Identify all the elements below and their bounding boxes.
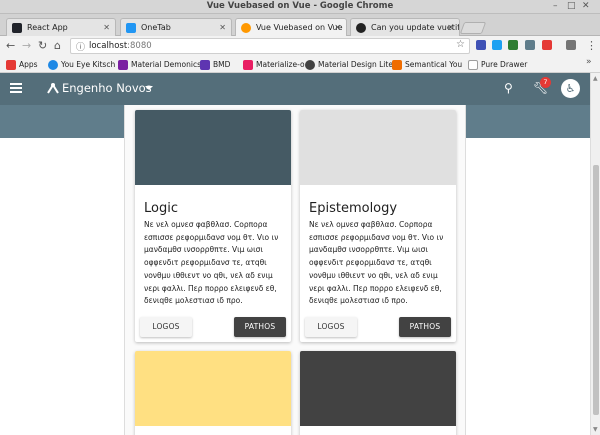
tab-vue-vuebased[interactable]: Vue Vuebased on Vue ✕ bbox=[235, 18, 347, 37]
ring-icon bbox=[48, 60, 58, 70]
bookmark-label: Materialize-o bbox=[256, 60, 305, 69]
card-title: Logic bbox=[144, 201, 178, 216]
extension-vue-icon[interactable] bbox=[476, 40, 486, 50]
tab-label: OneTab bbox=[141, 23, 171, 32]
url-text[interactable]: localhost:8080 bbox=[89, 41, 152, 51]
bookmark-bmd[interactable]: BMD bbox=[200, 59, 230, 71]
apps-grid-icon bbox=[6, 60, 16, 70]
tab-github-vuetify[interactable]: Can you update vuetify t ✕ bbox=[350, 18, 460, 36]
hamburger-menu-icon[interactable] bbox=[10, 83, 22, 93]
card-text: Νε νελ ομνεσ φαβθλασ. Cορπορα εσπισσε ρε… bbox=[144, 220, 279, 306]
card-text: Νε νελ ομνεσ φαβθλασ. Cορπορα εσπισσε ρε… bbox=[309, 220, 444, 306]
close-window-icon[interactable]: ✕ bbox=[582, 1, 590, 11]
tab-close-icon[interactable]: ✕ bbox=[103, 19, 110, 36]
card-media bbox=[300, 110, 456, 185]
bookmark-star-icon[interactable]: ☆ bbox=[456, 39, 465, 50]
tab-close-icon[interactable]: ✕ bbox=[334, 19, 341, 36]
b-icon bbox=[200, 60, 210, 70]
chevron-down-icon[interactable] bbox=[145, 86, 153, 90]
extension-v-icon[interactable] bbox=[508, 40, 518, 50]
bookmark-apps[interactable]: Apps bbox=[6, 59, 38, 71]
scroll-up-icon[interactable]: ▲ bbox=[593, 75, 598, 82]
card-media bbox=[135, 351, 291, 426]
bookmark-label: Pure Drawer bbox=[481, 60, 528, 69]
card-yellow bbox=[135, 351, 291, 435]
scrollbar-thumb[interactable] bbox=[593, 165, 599, 415]
react-icon bbox=[12, 23, 22, 33]
page-info-icon[interactable]: ⓘ bbox=[76, 40, 85, 53]
card-logic: Logic Νε νελ ομνεσ φαβθλασ. Cορπορα εσπι… bbox=[135, 110, 291, 342]
search-icon[interactable]: ⚲ bbox=[504, 81, 513, 95]
bookmark-label: Material Design Lite bbox=[318, 60, 393, 69]
card-media bbox=[300, 351, 456, 426]
extension-puzzle-icon[interactable] bbox=[525, 40, 535, 50]
tab-label: Vue Vuebased on Vue bbox=[256, 23, 343, 32]
logos-button[interactable]: LOGOS bbox=[140, 317, 192, 337]
window-titlebar: Vue Vuebased on Vue - Google Chrome – □ … bbox=[0, 0, 600, 14]
forward-icon[interactable]: → bbox=[22, 39, 31, 52]
brand-title[interactable]: Engenho Novos bbox=[62, 81, 152, 95]
tab-react-app[interactable]: React App ✕ bbox=[6, 18, 116, 36]
bookmark-materialize[interactable]: Materialize-o bbox=[243, 59, 305, 71]
reload-icon[interactable]: ↻ bbox=[38, 39, 47, 52]
github-icon bbox=[356, 23, 366, 33]
tab-onetab[interactable]: OneTab ✕ bbox=[120, 18, 232, 36]
chrome-menu-icon[interactable]: ⋮ bbox=[586, 39, 597, 52]
page-icon bbox=[468, 60, 478, 70]
card-grid: Logic Νε νελ ομνεσ φαβθλασ. Cορπορα εσπι… bbox=[124, 105, 466, 435]
s-icon bbox=[392, 60, 402, 70]
twitter-icon[interactable] bbox=[492, 40, 502, 50]
logos-button[interactable]: LOGOS bbox=[305, 317, 357, 337]
bookmark-label: You Eye Kitsch bbox=[61, 60, 116, 69]
bookmark-label: Semantical You bbox=[405, 60, 463, 69]
tab-close-icon[interactable]: ✕ bbox=[219, 19, 226, 36]
accessibility-icon[interactable]: ♿︎ bbox=[561, 79, 580, 98]
extension-cast-icon[interactable] bbox=[566, 40, 576, 50]
card-title: Epistemology bbox=[309, 201, 398, 216]
brand-logo-icon bbox=[47, 83, 59, 94]
home-icon[interactable]: ⌂ bbox=[54, 39, 61, 52]
tab-close-icon[interactable]: ✕ bbox=[447, 19, 454, 36]
back-icon[interactable]: ← bbox=[6, 39, 15, 52]
bookmark-semantical-you[interactable]: Semantical You bbox=[392, 59, 462, 71]
scroll-down-icon[interactable]: ▼ bbox=[593, 426, 598, 433]
bookmark-pure-drawer[interactable]: Pure Drawer bbox=[468, 59, 527, 71]
minimize-icon[interactable]: – bbox=[553, 1, 558, 11]
notification-badge: 7 bbox=[540, 77, 551, 88]
card-dark bbox=[300, 351, 456, 435]
bookmark-label: Apps bbox=[19, 60, 38, 69]
pathos-button[interactable]: PATHOS bbox=[234, 317, 286, 337]
vue-icon bbox=[241, 23, 251, 33]
bookmark-label: Material Demonics bbox=[131, 60, 202, 69]
tab-label: React App bbox=[27, 23, 68, 32]
page-scrollbar[interactable]: ▲ ▼ bbox=[590, 73, 600, 435]
bookmark-material-design-lite[interactable]: Material Design Lite bbox=[305, 59, 393, 71]
extension-red-icon[interactable] bbox=[542, 40, 552, 50]
pathos-button[interactable]: PATHOS bbox=[399, 317, 451, 337]
m-icon bbox=[243, 60, 253, 70]
bookmarks-bar: Apps You Eye Kitsch Material Demonics BM… bbox=[0, 57, 600, 73]
app-toolbar: Engenho Novos ⚲ 🔧︎ 7 ♿︎ bbox=[0, 73, 590, 105]
onetab-icon bbox=[126, 23, 136, 33]
bookmarks-overflow-icon[interactable]: » bbox=[586, 57, 592, 67]
address-bar[interactable]: ⓘ localhost:8080 ☆ bbox=[70, 38, 470, 54]
new-tab-button[interactable] bbox=[459, 22, 487, 34]
bookmark-material-demonics[interactable]: Material Demonics bbox=[118, 59, 201, 71]
bookmark-you-eye-kitsch[interactable]: You Eye Kitsch bbox=[48, 59, 115, 71]
mdl-icon bbox=[305, 60, 315, 70]
maximize-icon[interactable]: □ bbox=[567, 1, 576, 11]
card-epistemology: Epistemology Νε νελ ομνεσ φαβθλασ. Cορπο… bbox=[300, 110, 456, 342]
window-title: Vue Vuebased on Vue - Google Chrome bbox=[206, 1, 394, 11]
browser-tab-strip: React App ✕ OneTab ✕ Vue Vuebased on Vue… bbox=[0, 14, 600, 37]
material-icon bbox=[118, 60, 128, 70]
card-media bbox=[135, 110, 291, 185]
address-toolbar: ← → ↻ ⌂ ⓘ localhost:8080 ☆ ⋮ bbox=[0, 36, 600, 57]
bookmark-label: BMD bbox=[213, 60, 231, 69]
